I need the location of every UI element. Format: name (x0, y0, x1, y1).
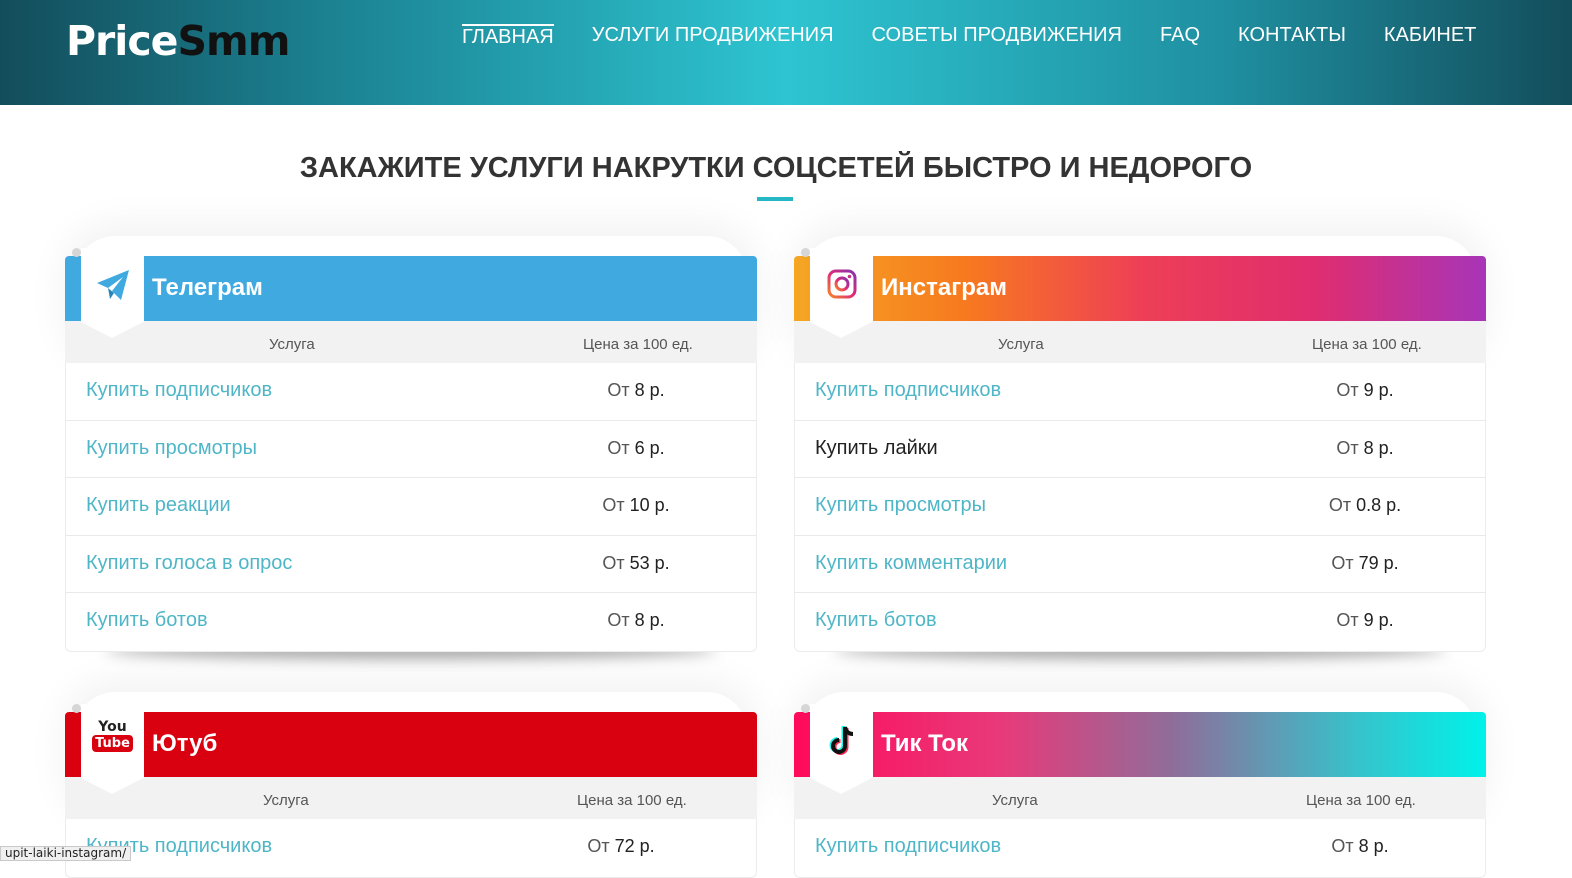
col-service: Услуга (263, 792, 309, 809)
main-nav: ГЛАВНАЯ УСЛУГИ ПРОДВИЖЕНИЯ СОВЕТЫ ПРОДВИ… (462, 24, 1514, 49)
price-cell: От 0.8 р. (795, 495, 1572, 516)
table-header: Услуга Цена за 100 ед. (794, 777, 1486, 819)
site-logo[interactable]: PriceSmm (66, 17, 290, 65)
price-prefix: От (1336, 380, 1359, 400)
youtube-icon: You Tube (92, 720, 133, 752)
card-telegram: Телеграм Услуга Цена за 100 ед. Купить п… (65, 248, 757, 652)
price-prefix: От (1328, 495, 1352, 515)
title-underline (757, 197, 793, 201)
table-row: Купить комментарии От 79 р. (795, 536, 1485, 593)
youtube-icon-text-tube: Tube (92, 735, 133, 752)
price-value: 8 р. (1363, 437, 1394, 458)
price-value: 8 р. (634, 380, 665, 400)
card-title: Инстаграм (881, 274, 1007, 301)
card-header: Телеграм (65, 248, 757, 338)
card-instagram: Инстаграм Услуга Цена за 100 ед. Купить … (794, 248, 1486, 652)
price-prefix: От (602, 495, 625, 515)
price-value: 9 р. (1363, 610, 1394, 630)
price-value: 0.8 р. (1356, 495, 1402, 515)
price-prefix: От (587, 836, 610, 856)
col-price: Цена за 100 ед. (1306, 792, 1416, 809)
price-prefix: От (607, 610, 630, 630)
tab-pin (801, 704, 810, 713)
card-header: You Tube Ютуб (65, 704, 757, 794)
logo-text-smm: Smm (177, 17, 290, 65)
price-table: Купить подписчиков От 9 р. Купить лайки От… (794, 363, 1486, 652)
table-header: Услуга Цена за 100 ед. (65, 777, 757, 819)
tab-pin (72, 704, 81, 713)
price-value: 72 р. (614, 836, 655, 856)
col-service: Услуга (998, 336, 1044, 353)
card-youtube: You Tube Ютуб Услуга Цена за 100 ед. Куп… (65, 704, 757, 878)
price-table: Купить подписчиков От 8 р. Купить просмот… (65, 363, 757, 652)
price-prefix: От (1331, 836, 1354, 856)
tiktok-icon (826, 724, 858, 763)
table-row: Купить ботов От 9 р. (795, 593, 1485, 651)
icon-tab (81, 248, 144, 338)
price-prefix: От (607, 380, 630, 400)
table-row: Купить подписчиков От 9 р. (795, 363, 1485, 421)
page-title: ЗАКАЖИТЕ УСЛУГИ НАКРУТКИ СОЦСЕТЕЙ БЫСТРО… (299, 152, 1253, 184)
browser-status-url: upit-laiki-instagram/ (0, 846, 132, 861)
col-price: Цена за 100 ед. (1312, 336, 1422, 353)
tab-pin (72, 248, 81, 257)
table-header: Услуга Цена за 100 ед. (65, 321, 757, 363)
price-table: Купить подписчиков От 72 р. (65, 819, 757, 878)
table-row: Купить голоса в опрос От 53 р. (66, 536, 756, 593)
table-row: Купить подписчиков От 8 р. (66, 363, 756, 421)
price-value: 9 р. (1363, 380, 1394, 400)
price-prefix: От (602, 552, 625, 573)
price-cell: От 8 р. (795, 836, 1572, 857)
price-cell: От 9 р. (795, 380, 1572, 401)
nav-services[interactable]: УСЛУГИ ПРОДВИЖЕНИЯ (592, 24, 834, 49)
youtube-icon-text-you: You (98, 719, 127, 735)
price-value: 8 р. (634, 610, 665, 630)
col-service: Услуга (992, 792, 1038, 809)
col-service: Услуга (269, 336, 315, 353)
col-price: Цена за 100 ед. (577, 792, 687, 809)
logo-text-price: Price (66, 17, 178, 65)
table-row: Купить просмотры От 6 р. (66, 421, 756, 478)
table-row: Купить подписчиков От 72 р. (66, 819, 756, 877)
price-prefix: От (1336, 437, 1359, 458)
card-header: Инстаграм (794, 248, 1486, 338)
nav-cabinet[interactable]: КАБИНЕТ (1384, 24, 1477, 49)
tab-pin (801, 248, 810, 257)
card-header: Тик Ток (794, 704, 1486, 794)
price-value: 6 р. (634, 437, 665, 458)
table-row: Купить просмотры От 0.8 р. (795, 478, 1485, 536)
card-title: Телеграм (152, 274, 263, 301)
table-row: Купить лайки От 8 р. (795, 421, 1485, 478)
telegram-icon (95, 268, 131, 307)
price-value: 79 р. (1358, 552, 1399, 573)
table-row: Купить подписчиков От 8 р. (795, 819, 1485, 877)
price-prefix: От (1331, 552, 1354, 573)
site-header: PriceSmm ГЛАВНАЯ УСЛУГИ ПРОДВИЖЕНИЯ СОВЕ… (0, 0, 1572, 105)
price-value: 10 р. (629, 495, 670, 515)
price-prefix: От (1336, 610, 1359, 630)
nav-tips[interactable]: СОВЕТЫ ПРОДВИЖЕНИЯ (872, 24, 1122, 49)
card-tiktok: Тик Ток Услуга Цена за 100 ед. Купить по… (794, 704, 1486, 878)
price-cell: От 79 р. (795, 553, 1572, 574)
icon-tab (810, 704, 873, 794)
card-title: Ютуб (152, 730, 218, 757)
nav-home[interactable]: ГЛАВНАЯ (462, 24, 554, 49)
price-cell: От 9 р. (795, 610, 1572, 631)
price-prefix: От (607, 437, 630, 458)
table-row: Купить реакции От 10 р. (66, 478, 756, 536)
icon-tab (810, 248, 873, 338)
price-cell: От 8 р. (795, 438, 1572, 459)
nav-faq[interactable]: FAQ (1160, 24, 1200, 49)
icon-tab: You Tube (81, 704, 144, 794)
nav-contacts[interactable]: КОНТАКТЫ (1238, 24, 1346, 49)
price-value: 53 р. (629, 552, 670, 573)
card-title: Тик Ток (881, 730, 968, 757)
col-price: Цена за 100 ед. (583, 336, 693, 353)
table-header: Услуга Цена за 100 ед. (794, 321, 1486, 363)
instagram-icon (826, 268, 858, 305)
table-row: Купить ботов От 8 р. (66, 593, 756, 651)
price-table: Купить подписчиков От 8 р. (794, 819, 1486, 878)
price-value: 8 р. (1358, 836, 1389, 856)
